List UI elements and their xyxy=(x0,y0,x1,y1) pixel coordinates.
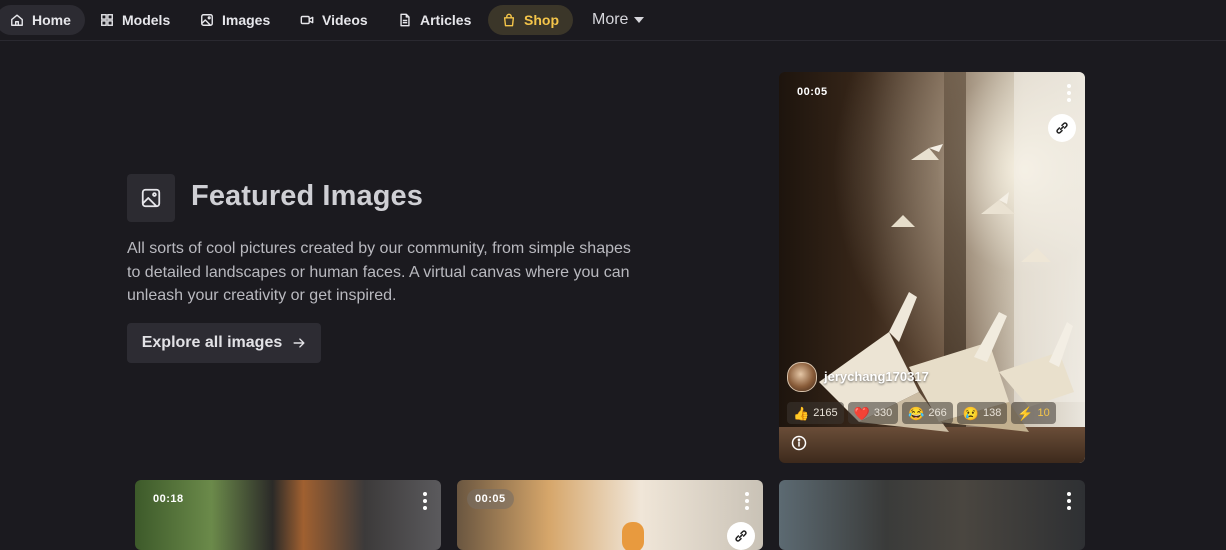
reaction-cry[interactable]: 😢 138 xyxy=(956,402,1008,424)
nav-videos-label: Videos xyxy=(322,12,368,28)
reaction-count: 138 xyxy=(982,407,1002,419)
reaction-bar: 👍 2165 ❤️ 330 😂 266 😢 138 ⚡ 10 xyxy=(787,402,1056,424)
more-options-icon[interactable] xyxy=(423,492,427,513)
nav-videos[interactable]: Videos xyxy=(286,5,382,35)
image-icon xyxy=(141,188,161,208)
arrow-right-icon xyxy=(293,338,305,348)
origami-crane-small xyxy=(891,215,915,227)
origami-crane-small xyxy=(1021,248,1051,262)
reaction-count: 2165 xyxy=(813,407,838,419)
origami-crane-small xyxy=(981,192,1015,214)
video-icon xyxy=(300,15,314,25)
nav-shop[interactable]: Shop xyxy=(488,5,573,35)
link-icon xyxy=(1056,122,1068,134)
home-icon xyxy=(11,14,23,26)
reaction-heart[interactable]: ❤️ 330 xyxy=(847,402,899,424)
info-icon[interactable] xyxy=(791,435,807,451)
nav-articles-label: Articles xyxy=(420,12,472,28)
video-duration: 00:05 xyxy=(797,86,828,98)
document-icon xyxy=(400,13,410,27)
card-username[interactable]: jerychang170317 xyxy=(824,369,929,384)
card-image-detail xyxy=(622,522,644,550)
nav-more-label: More xyxy=(592,11,629,28)
hero-description: All sorts of cool pictures created by ou… xyxy=(127,240,631,304)
video-duration: 00:18 xyxy=(153,493,184,505)
reaction-count: 330 xyxy=(873,407,893,419)
top-nav: Home Models Images Videos Articles Shop … xyxy=(0,0,1226,41)
grid-icon xyxy=(101,14,113,26)
nav-home-label: Home xyxy=(32,12,71,28)
featured-video-card[interactable]: 00:05 jerychang170317 👍 2165 ❤️ 330 😂 26… xyxy=(779,72,1085,463)
chevron-down-icon xyxy=(634,17,645,23)
explore-all-images-label: Explore all images xyxy=(141,334,283,351)
reaction-buzz[interactable]: ⚡ 10 xyxy=(1011,402,1056,424)
page-title: Featured Images xyxy=(191,180,423,212)
nav-home[interactable]: Home xyxy=(0,5,85,35)
more-options-icon[interactable] xyxy=(1067,492,1071,513)
reaction-count: 10 xyxy=(1037,407,1050,419)
reaction-laugh[interactable]: 😂 266 xyxy=(902,402,953,424)
shopping-bag-icon xyxy=(503,13,515,27)
reaction-like[interactable]: 👍 2165 xyxy=(787,402,844,424)
link-icon xyxy=(735,530,747,542)
featured-images-badge xyxy=(127,174,175,222)
sad-icon: 😢 xyxy=(962,405,979,421)
explore-all-images-button[interactable]: Explore all images xyxy=(127,323,321,363)
nav-shop-label: Shop xyxy=(524,12,559,28)
nav-more-dropdown[interactable]: More xyxy=(578,5,658,35)
nav-articles[interactable]: Articles xyxy=(384,5,485,35)
image-icon xyxy=(201,14,213,26)
nav-images[interactable]: Images xyxy=(186,5,284,35)
video-card[interactable]: 00:05 xyxy=(457,480,763,550)
nav-models[interactable]: Models xyxy=(86,5,184,35)
video-card[interactable]: 00:18 xyxy=(135,480,441,550)
laugh-icon: 😂 xyxy=(908,405,925,421)
thumbs-up-icon: 👍 xyxy=(793,405,810,421)
nav-models-label: Models xyxy=(122,12,171,28)
nav-images-label: Images xyxy=(222,12,271,28)
lightning-icon: ⚡ xyxy=(1017,405,1034,421)
more-options-icon[interactable] xyxy=(745,492,749,513)
video-duration: 00:05 xyxy=(467,489,514,509)
avatar[interactable] xyxy=(787,362,817,392)
remix-link-button[interactable] xyxy=(727,522,755,550)
more-options-icon[interactable] xyxy=(1067,84,1071,105)
image-card[interactable] xyxy=(779,480,1085,550)
origami-crane-small xyxy=(911,144,943,160)
remix-link-button[interactable] xyxy=(1048,114,1076,142)
heart-icon: ❤️ xyxy=(853,405,870,421)
reaction-count: 266 xyxy=(928,407,947,419)
